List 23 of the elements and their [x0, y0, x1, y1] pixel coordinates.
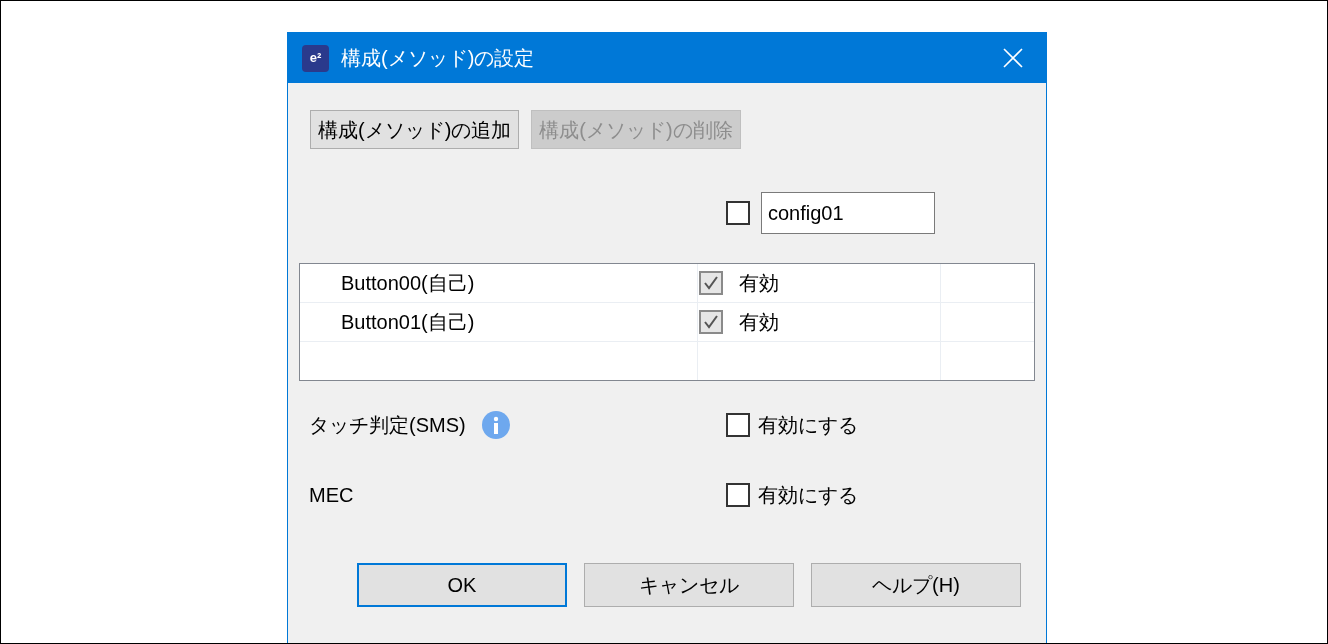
checkbox[interactable] — [699, 310, 723, 334]
checkbox[interactable] — [699, 271, 723, 295]
dialog-button[interactable]: ヘルプ(H) — [811, 563, 1021, 607]
checkbox-label: 有効にする — [758, 483, 858, 508]
close-icon[interactable] — [1002, 47, 1024, 69]
add-button[interactable]: 構成(メソッド)の追加 — [310, 110, 520, 149]
table-cell: Button01(自己) — [300, 303, 698, 341]
option-label: MEC — [309, 483, 354, 508]
checkbox[interactable] — [726, 201, 750, 225]
config-name-field[interactable]: config01 — [761, 192, 935, 234]
table-cell: Button00(自己) — [300, 264, 698, 302]
checkmark-icon — [703, 314, 719, 330]
checkbox[interactable] — [726, 483, 750, 507]
window-title: 構成(メソッド)の設定 — [341, 46, 535, 71]
dialog-button[interactable]: キャンセル — [584, 563, 794, 607]
app-logo: e² — [302, 44, 329, 72]
checkbox-label: 有効 — [739, 271, 779, 296]
checkbox[interactable] — [726, 413, 750, 437]
dialog-button[interactable]: OK — [357, 563, 567, 607]
checkbox-label: 有効にする — [758, 413, 858, 438]
option-label: タッチ判定(SMS) — [309, 413, 466, 438]
checkmark-icon — [703, 275, 719, 291]
checkbox-label: 有効 — [739, 310, 779, 335]
